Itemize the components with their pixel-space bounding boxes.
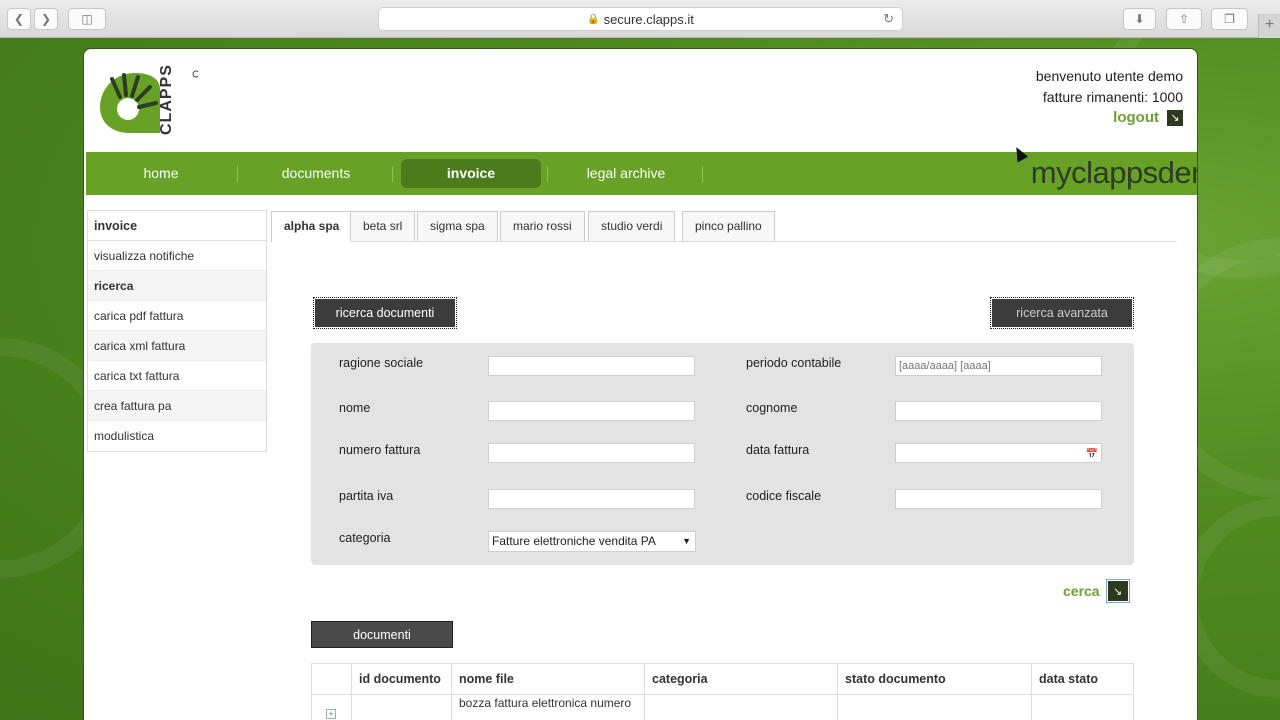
url-text: secure.clapps.it: [603, 11, 694, 27]
sidebar-item-modulistica[interactable]: modulistica: [88, 421, 266, 451]
column-expand: [312, 664, 352, 694]
nav-home[interactable]: home: [91, 159, 231, 188]
company-tabs: alpha spa beta srl sigma spa mario rossi…: [271, 211, 1177, 242]
tab-mario-rossi[interactable]: mario rossi: [500, 211, 585, 241]
documents-table: id documento nome file categoria stato d…: [311, 663, 1134, 720]
column-id-documento[interactable]: id documento: [352, 664, 452, 694]
label-codice-fiscale: codice fiscale: [746, 489, 822, 503]
sidebar-item-carica-txt[interactable]: carica txt fattura: [88, 361, 266, 391]
column-stato-documento[interactable]: stato documento: [838, 664, 1032, 694]
nome-input[interactable]: [488, 401, 695, 421]
codice-fiscale-input[interactable]: [895, 489, 1102, 509]
share-icon[interactable]: ⇧: [1166, 8, 1202, 30]
tab-pinco-pallino[interactable]: pinco pallino: [682, 211, 775, 241]
cell-id: [352, 695, 452, 720]
label-numero-fattura: numero fattura: [339, 443, 421, 457]
welcome-text: benvenuto utente demo: [1035, 68, 1183, 84]
tab-beta-srl[interactable]: beta srl: [350, 211, 416, 241]
cell-stato: [838, 695, 1032, 720]
ricerca-documenti-button[interactable]: ricerca documenti: [313, 297, 457, 329]
column-categoria[interactable]: categoria: [645, 664, 838, 694]
nav-separator: [392, 166, 393, 182]
partita-iva-input[interactable]: [488, 489, 695, 509]
column-nome-file[interactable]: nome file: [452, 664, 645, 694]
sidebar-item-visualizza-notifiche[interactable]: visualizza notifiche: [88, 241, 266, 271]
label-ragione-sociale: ragione sociale: [339, 356, 424, 370]
categoria-select[interactable]: Fatture elettroniche vendita PA ▼: [488, 531, 696, 552]
url-bar[interactable]: 🔒 secure.clapps.it ↻: [378, 7, 903, 31]
arrow-down-right-icon: ↘: [1105, 579, 1130, 603]
sidebar-item-ricerca[interactable]: ricerca: [88, 271, 266, 301]
downloads-icon[interactable]: ⬇: [1123, 8, 1156, 30]
arrow-down-right-icon: ↘: [1167, 109, 1183, 126]
cerca-button[interactable]: cerca ↘: [1063, 579, 1130, 603]
lock-icon: 🔒: [587, 13, 600, 25]
data-fattura-input[interactable]: 📅: [895, 443, 1102, 463]
label-cognome: cognome: [746, 401, 798, 415]
label-periodo-contabile: periodo contabile: [746, 356, 842, 370]
sidebar-item-crea-fattura-pa[interactable]: crea fattura pa: [88, 391, 266, 421]
sidebar-item-carica-pdf[interactable]: carica pdf fattura: [88, 301, 266, 331]
periodo-contabile-input[interactable]: [895, 356, 1102, 376]
cognome-input[interactable]: [895, 401, 1102, 421]
tab-sigma-spa[interactable]: sigma spa: [417, 211, 498, 241]
label-categoria: categoria: [339, 531, 391, 545]
tabs-overview-icon[interactable]: ❐: [1211, 8, 1248, 30]
cell-nome-file: bozza fattura elettronica numero: [452, 695, 645, 720]
expand-plus-icon[interactable]: +: [326, 709, 336, 719]
brand-name: myclappsder: [1030, 155, 1198, 190]
browser-toolbar: ❮ ❯ ◫ 🔒 secure.clapps.it ↻ ⬇ ⇧ ❐ +: [0, 0, 1280, 38]
caret-down-icon: ▼: [682, 536, 691, 546]
documenti-button[interactable]: documenti: [311, 621, 453, 648]
sidebar-header: invoice: [88, 211, 266, 241]
nav-separator: [702, 166, 703, 182]
invoices-remaining: fatture rimanenti: 1000: [1042, 89, 1183, 105]
ricerca-avanzata-button[interactable]: ricerca avanzata: [990, 297, 1134, 329]
new-tab-button[interactable]: +: [1258, 14, 1280, 38]
cell-data: [1032, 695, 1133, 720]
sidebar: invoice visualizza notifiche ricerca car…: [87, 210, 267, 452]
nav-separator: [237, 166, 238, 182]
tab-alpha-spa[interactable]: alpha spa: [271, 211, 353, 242]
logout-link[interactable]: logout ↘: [1113, 109, 1183, 126]
categoria-selected-value: Fatture elettroniche vendita PA: [492, 534, 656, 548]
nav-separator: [547, 166, 548, 182]
expand-cell: +: [312, 695, 352, 720]
table-row[interactable]: + bozza fattura elettronica numero: [312, 695, 1133, 720]
sidebar-item-carica-xml[interactable]: carica xml fattura: [88, 331, 266, 361]
tab-studio-verdi[interactable]: studio verdi: [588, 211, 676, 241]
app-card: CLAPPS benvenuto utente demo fatture rim…: [83, 48, 1198, 720]
label-nome: nome: [339, 401, 371, 415]
logo-wordmark: CLAPPS: [158, 64, 175, 135]
cell-categoria: [645, 695, 838, 720]
label-partita-iva: partita iva: [339, 489, 394, 503]
nav-invoice[interactable]: invoice: [401, 159, 541, 188]
forward-icon[interactable]: ❯: [34, 8, 58, 30]
table-header: id documento nome file categoria stato d…: [312, 664, 1133, 695]
ragione-sociale-input[interactable]: [488, 356, 695, 376]
column-data-stato[interactable]: data stato: [1032, 664, 1133, 694]
nav-legal-archive[interactable]: legal archive: [556, 159, 696, 188]
nav-documents[interactable]: documents: [246, 159, 386, 188]
sidebar-toggle-icon[interactable]: ◫: [68, 8, 106, 30]
logout-label: logout: [1113, 109, 1159, 126]
calendar-icon[interactable]: 📅: [1086, 446, 1098, 464]
main-nav: home documents invoice legal archive myc…: [86, 152, 1197, 195]
label-data-fattura: data fattura: [746, 443, 810, 457]
back-icon[interactable]: ❮: [7, 8, 31, 30]
numero-fattura-input[interactable]: [488, 443, 695, 463]
reload-icon[interactable]: ↻: [883, 11, 894, 27]
search-form: ragione sociale periodo contabile nome c…: [311, 343, 1134, 565]
cerca-label: cerca: [1063, 583, 1100, 599]
welcome-block: benvenuto utente demo fatture rimanenti:…: [1036, 66, 1183, 108]
